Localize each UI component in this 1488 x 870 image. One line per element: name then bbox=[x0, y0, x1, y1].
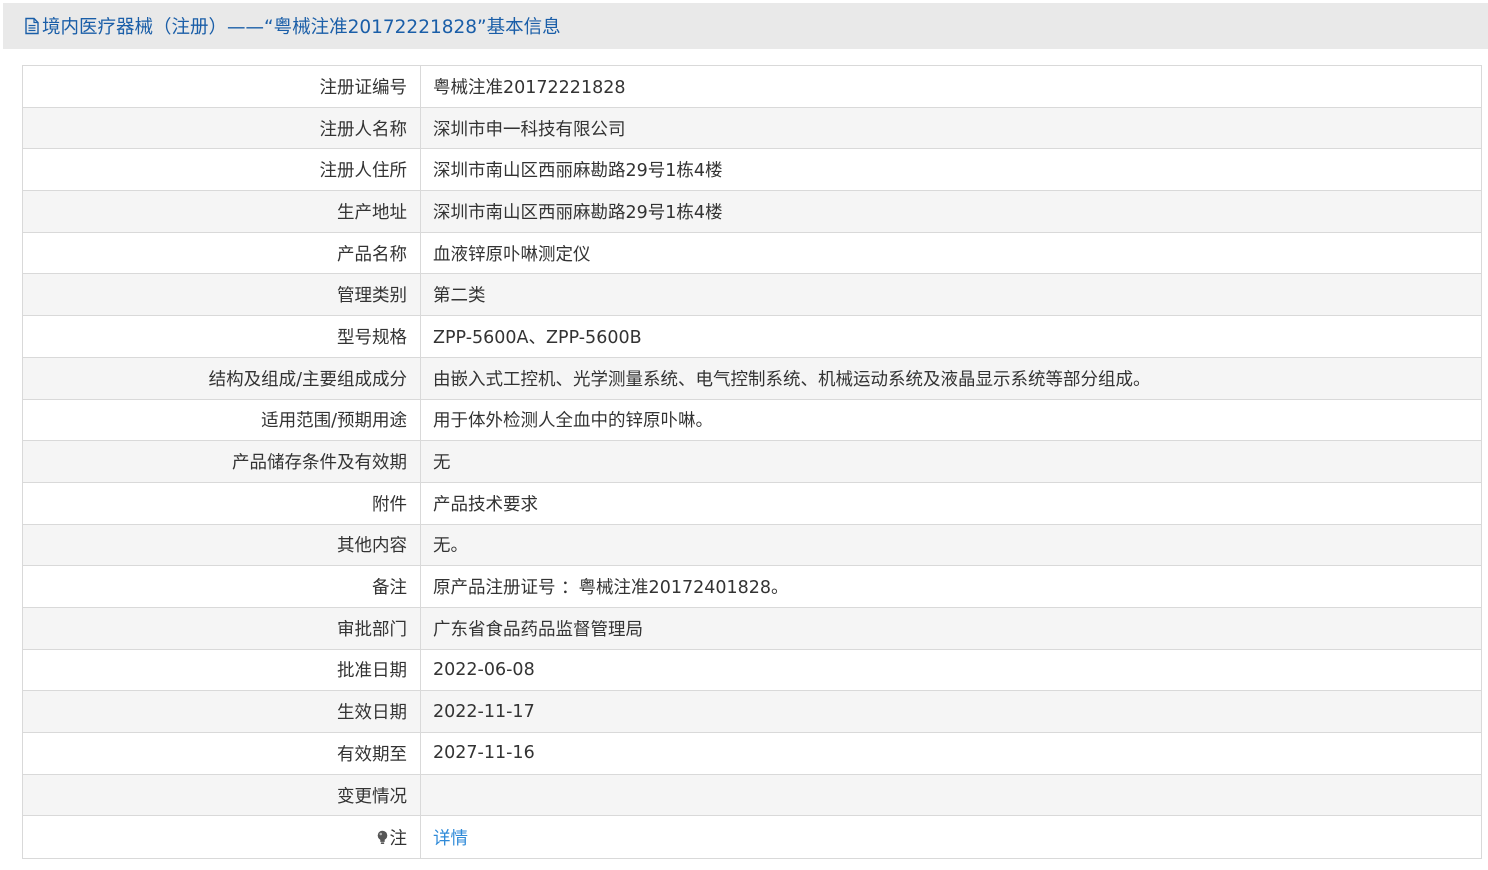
table-row: 生产地址 深圳市南山区西丽麻勘路29号1栋4楼 bbox=[22, 190, 1482, 233]
row-value: 深圳市南山区西丽麻勘路29号1栋4楼 bbox=[420, 148, 1482, 192]
table-row: 审批部门 广东省食品药品监督管理局 bbox=[22, 606, 1482, 650]
table-row: 产品储存条件及有效期 无 bbox=[22, 440, 1482, 483]
row-label: 其他内容 bbox=[22, 523, 421, 567]
page-title: 境内医疗器械（注册）——“粤械注准20172221828”基本信息 bbox=[42, 17, 561, 38]
row-value: 深圳市南山区西丽麻勘路29号1栋4楼 bbox=[420, 190, 1482, 233]
row-label: 审批部门 bbox=[22, 606, 421, 650]
note-row: 注 详情 bbox=[22, 815, 1482, 860]
row-label: 适用范围/预期用途 bbox=[22, 398, 421, 442]
row-value: 产品技术要求 bbox=[420, 481, 1482, 525]
table-row: 备注 原产品注册证号 ：粤械注准20172401828。 bbox=[22, 565, 1482, 608]
row-label: 附件 bbox=[22, 481, 421, 525]
row-value: 深圳市申一科技有限公司 bbox=[420, 106, 1482, 150]
table-row: 批准日期 2022-06-08 bbox=[22, 648, 1482, 692]
table-row: 生效日期 2022-11-17 bbox=[22, 690, 1482, 733]
info-table: 注册证编号 粤械注准20172221828 注册人名称 深圳市申一科技有限公司 … bbox=[22, 65, 1482, 860]
row-label: 注册人名称 bbox=[22, 106, 421, 150]
row-value: ZPP-5600A、ZPP-5600B bbox=[420, 315, 1482, 358]
row-label: 产品名称 bbox=[22, 231, 421, 275]
row-label: 产品储存条件及有效期 bbox=[22, 440, 421, 483]
note-label: 注 bbox=[389, 828, 408, 849]
page: 境内医疗器械（注册）——“粤械注准20172221828”基本信息 注册证编号 … bbox=[0, 0, 1488, 870]
document-icon bbox=[24, 17, 40, 35]
row-label: 有效期至 bbox=[22, 732, 421, 775]
row-value: 原产品注册证号 ：粤械注准20172401828。 bbox=[420, 565, 1482, 608]
row-value: 由嵌入式工控机、光学测量系统、电气控制系统、机械运动系统及液晶显示系统等部分组成… bbox=[420, 356, 1482, 400]
row-value: 2027-11-16 bbox=[420, 732, 1482, 775]
row-label: 管理类别 bbox=[22, 273, 421, 317]
table-row: 注册证编号 粤械注准20172221828 bbox=[22, 65, 1482, 108]
row-value: 无。 bbox=[420, 523, 1482, 567]
detail-link[interactable]: 详情 bbox=[433, 829, 468, 849]
header-bar: 境内医疗器械（注册）——“粤械注准20172221828”基本信息 bbox=[3, 3, 1488, 49]
table-row: 其他内容 无。 bbox=[22, 523, 1482, 567]
table-row: 注册人名称 深圳市申一科技有限公司 bbox=[22, 106, 1482, 150]
row-value: 血液锌原卟啉测定仪 bbox=[420, 231, 1482, 275]
row-label: 备注 bbox=[22, 565, 421, 608]
row-value: 2022-06-08 bbox=[420, 648, 1482, 692]
row-label: 变更情况 bbox=[22, 773, 421, 817]
table-row: 附件 产品技术要求 bbox=[22, 481, 1482, 525]
table-row: 变更情况 bbox=[22, 773, 1482, 817]
table-row: 注册人住所 深圳市南山区西丽麻勘路29号1栋4楼 bbox=[22, 148, 1482, 192]
row-label: 批准日期 bbox=[22, 648, 421, 692]
row-value: 粤械注准20172221828 bbox=[420, 65, 1482, 108]
table-row: 产品名称 血液锌原卟啉测定仪 bbox=[22, 231, 1482, 275]
table-row: 结构及组成/主要组成成分 由嵌入式工控机、光学测量系统、电气控制系统、机械运动系… bbox=[22, 356, 1482, 400]
row-value bbox=[420, 773, 1482, 817]
note-label-cell: 注 bbox=[22, 815, 421, 860]
row-label: 结构及组成/主要组成成分 bbox=[22, 356, 421, 400]
note-value-cell: 详情 bbox=[420, 815, 1482, 860]
row-value: 无 bbox=[420, 440, 1482, 483]
row-value: 2022-11-17 bbox=[420, 690, 1482, 733]
info-table-container: 注册证编号 粤械注准20172221828 注册人名称 深圳市申一科技有限公司 … bbox=[22, 65, 1482, 860]
table-row: 有效期至 2027-11-16 bbox=[22, 732, 1482, 775]
row-value: 第二类 bbox=[420, 273, 1482, 317]
row-label: 生产地址 bbox=[22, 190, 421, 233]
row-value: 广东省食品药品监督管理局 bbox=[420, 606, 1482, 650]
table-row: 型号规格 ZPP-5600A、ZPP-5600B bbox=[22, 315, 1482, 358]
table-row: 管理类别 第二类 bbox=[22, 273, 1482, 317]
row-label: 注册证编号 bbox=[22, 65, 421, 108]
row-label: 型号规格 bbox=[22, 315, 421, 358]
table-row: 适用范围/预期用途 用于体外检测人全血中的锌原卟啉。 bbox=[22, 398, 1482, 442]
row-label: 生效日期 bbox=[22, 690, 421, 733]
lightbulb-icon bbox=[376, 830, 389, 845]
row-value: 用于体外检测人全血中的锌原卟啉。 bbox=[420, 398, 1482, 442]
row-label: 注册人住所 bbox=[22, 148, 421, 192]
